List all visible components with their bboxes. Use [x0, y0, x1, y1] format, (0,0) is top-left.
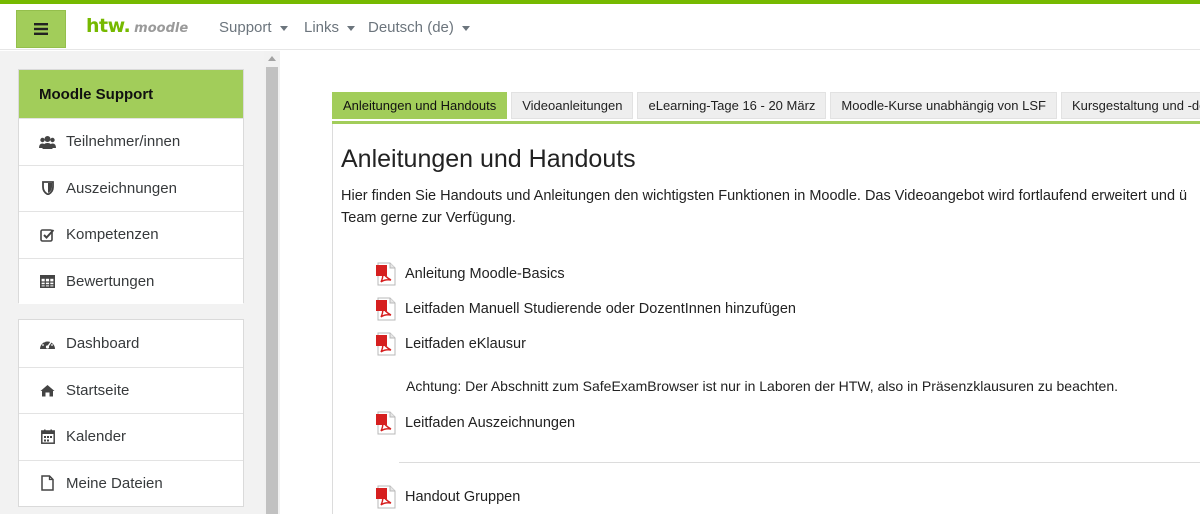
menu-links-label: Links: [304, 19, 340, 36]
resource-link[interactable]: Leitfaden Auszeichnungen: [376, 411, 575, 435]
resource-label: Handout Gruppen: [405, 489, 521, 505]
resource-label: Leitfaden Manuell Studierende oder Dozen…: [405, 301, 796, 317]
tab-elearning-tage[interactable]: eLearning-Tage 16 - 20 März: [637, 92, 827, 119]
menu-links[interactable]: Links: [304, 19, 356, 36]
resource-link[interactable]: Leitfaden Manuell Studierende oder Dozen…: [376, 297, 796, 321]
sidebar-item-label: Auszeichnungen: [66, 179, 177, 197]
pdf-icon: [376, 485, 396, 509]
pdf-icon: [376, 411, 396, 435]
site-logo[interactable]: htw. moodle: [86, 15, 188, 39]
sidebar-item-competencies[interactable]: Kompetenzen: [19, 211, 243, 258]
ekl-note: Achtung: Der Abschnitt zum SafeExamBrows…: [406, 378, 1119, 394]
resource-label: Anleitung Moodle-Basics: [405, 266, 565, 282]
table-icon: [39, 273, 56, 290]
hamburger-icon: [34, 23, 48, 35]
sidebar-item-participants[interactable]: Teilnehmer/innen: [19, 118, 243, 165]
sidebar-item-dashboard[interactable]: Dashboard: [19, 320, 243, 367]
resource-label: Leitfaden eKlausur: [405, 336, 526, 352]
resource-link[interactable]: Anleitung Moodle-Basics: [376, 262, 565, 286]
pdf-icon: [376, 262, 396, 286]
section-description: Hier finden Sie Handouts und Anleitungen…: [341, 185, 1200, 229]
menu-language-label: Deutsch (de): [368, 19, 454, 36]
sidebar-item-badges[interactable]: Auszeichnungen: [19, 164, 243, 211]
file-icon: [39, 475, 56, 492]
pdf-icon: [376, 332, 396, 356]
caret-down-icon: [347, 25, 356, 31]
site-nav-block: Dashboard Startseite Kalender Meine Date…: [18, 319, 244, 507]
sidebar-item-label: Startseite: [66, 381, 130, 399]
scroll-up-arrow-icon[interactable]: [268, 56, 276, 61]
section-divider: [399, 462, 1200, 463]
calendar-icon: [39, 428, 56, 445]
tab-videoanleitungen[interactable]: Videoanleitungen: [511, 92, 634, 119]
logo-moodle: moodle: [134, 21, 189, 36]
dashboard-icon: [39, 335, 56, 352]
sidebar-item-label: Kompetenzen: [66, 226, 159, 244]
sidebar-item-grades[interactable]: Bewertungen: [19, 257, 243, 304]
section-title: Anleitungen und Handouts: [341, 145, 636, 173]
checkbox-icon: [39, 226, 56, 243]
caret-down-icon: [461, 25, 470, 31]
tab-anleitungen-handouts[interactable]: Anleitungen und Handouts: [332, 92, 508, 119]
home-icon: [39, 382, 56, 399]
resource-label: Leitfaden Auszeichnungen: [405, 415, 576, 431]
tab-moodle-kurse-lsf[interactable]: Moodle-Kurse unabhängig von LSF: [830, 92, 1057, 119]
section-tabs: Anleitungen und Handouts Videoanleitunge…: [332, 92, 1200, 121]
resource-link[interactable]: Handout Gruppen: [376, 485, 520, 509]
description-line: Team gerne zur Verfügung.: [341, 210, 516, 226]
sidebar-item-label: Kalender: [66, 428, 127, 446]
users-icon: [39, 133, 56, 150]
resource-link[interactable]: Leitfaden eKlausur: [376, 332, 526, 356]
course-title-link[interactable]: Moodle Support: [19, 70, 243, 118]
menu-support-label: Support: [219, 19, 272, 36]
sidebar-item-calendar[interactable]: Kalender: [19, 413, 243, 460]
menu-language[interactable]: Deutsch (de): [368, 19, 470, 36]
drawer-scrollbar-thumb[interactable]: [266, 67, 278, 514]
sidebar-item-label: Teilnehmer/innen: [66, 133, 181, 151]
sidebar-item-my-files[interactable]: Meine Dateien: [19, 459, 243, 506]
caret-down-icon: [279, 25, 288, 31]
shield-icon: [39, 180, 56, 197]
sidebar-item-label: Dashboard: [66, 334, 140, 352]
drawer-toggle-button[interactable]: [16, 10, 66, 48]
description-line: Hier finden Sie Handouts und Anleitungen…: [341, 188, 1188, 204]
menu-support[interactable]: Support: [219, 19, 288, 36]
logo-htw: htw.: [86, 15, 131, 37]
tab-kursgestaltung[interactable]: Kursgestaltung und -design: [1060, 92, 1200, 119]
sidebar-item-label: Bewertungen: [66, 272, 155, 290]
top-navbar: htw. moodle Support Links Deutsch (de): [0, 4, 1200, 50]
course-nav-block: Moodle Support Teilnehmer/innen Auszeich…: [18, 69, 244, 304]
sidebar-item-home[interactable]: Startseite: [19, 366, 243, 413]
sidebar-item-label: Meine Dateien: [66, 474, 163, 492]
pdf-icon: [376, 297, 396, 321]
